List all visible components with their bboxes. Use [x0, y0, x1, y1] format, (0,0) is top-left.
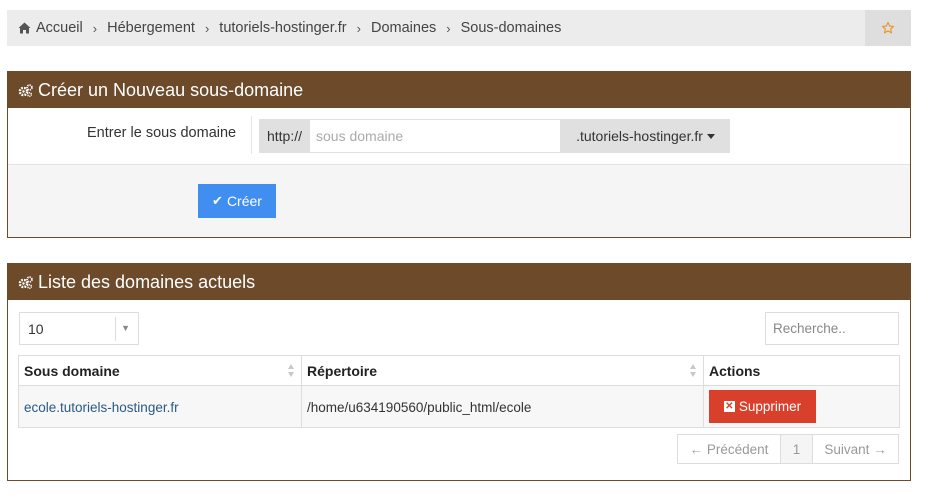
panel-title: Créer un Nouveau sous-domaine [38, 79, 304, 100]
panel-title: Liste des domaines actuels [38, 271, 256, 292]
create-button-label: Créer [226, 193, 262, 209]
current-page-button[interactable]: 1 [781, 435, 813, 463]
gears-icon [18, 275, 33, 289]
gears-icon [18, 83, 33, 97]
current-domains-panel: Liste des domaines actuels 10 ▼ Sous dom… [7, 263, 911, 481]
column-header-actions: Actions [703, 355, 900, 386]
delete-button[interactable]: ✕ Supprimer [709, 390, 816, 423]
actions-cell: ✕ Supprimer [703, 385, 900, 428]
close-icon: ✕ [723, 400, 735, 412]
create-subdomain-panel: Créer un Nouveau sous-domaine Entrer le … [7, 71, 911, 238]
breadcrumb-hosting[interactable]: Hébergement [107, 20, 195, 36]
page-length-value: 10 [28, 320, 44, 337]
table-row: ecole.tutoriels-hostinger.fr /home/u6341… [18, 385, 900, 428]
column-header-directory[interactable]: Répertoire [301, 355, 704, 386]
home-icon [18, 22, 31, 34]
sort-icon [288, 364, 295, 378]
panel-heading: Liste des domaines actuels [8, 264, 910, 300]
breadcrumb-separator: › [446, 20, 451, 36]
subdomain-form-row: Entrer le sous domaine http:// .tutoriel… [8, 108, 910, 164]
subdomain-field-label: Entrer le sous domaine [87, 125, 237, 141]
search-input[interactable] [765, 312, 899, 345]
directory-text: /home/u634190560/public_html/ecole [307, 399, 532, 415]
domain-select[interactable]: .tutoriels-hostinger.fr [561, 119, 730, 153]
domain-select-value: .tutoriels-hostinger.fr [576, 128, 703, 144]
next-page-button[interactable]: Suivant → [813, 435, 898, 463]
table-header-row: Sous domaine Répertoire Actions [18, 355, 900, 386]
directory-cell: /home/u634190560/public_html/ecole [301, 385, 704, 428]
create-button[interactable]: ✔ Créer [198, 184, 276, 218]
subdomain-link[interactable]: ecole.tutoriels-hostinger.fr [24, 400, 179, 415]
panel-heading: Créer un Nouveau sous-domaine [8, 72, 910, 108]
subdomain-input[interactable] [310, 119, 561, 153]
form-footer: ✔ Créer [8, 164, 910, 237]
breadcrumb-domains[interactable]: Domaines [371, 20, 436, 36]
subdomain-input-group: http:// .tutoriels-hostinger.fr [259, 119, 730, 153]
column-label: Répertoire [307, 362, 378, 379]
favorite-button[interactable] [865, 10, 911, 46]
star-icon [881, 21, 895, 34]
check-icon: ✔ [212, 193, 223, 208]
delete-button-label: Supprimer [738, 399, 802, 414]
column-header-subdomain[interactable]: Sous domaine [18, 355, 302, 386]
column-label: Sous domaine [24, 362, 120, 379]
sort-icon [690, 364, 697, 378]
breadcrumb-home[interactable]: Accueil [36, 20, 83, 36]
divider [251, 116, 252, 154]
breadcrumb: Accueil › Hébergement › tutoriels-hostin… [7, 10, 911, 46]
breadcrumb-separator: › [204, 20, 210, 36]
previous-page-button[interactable]: ← Précédent [678, 435, 781, 463]
caret-down-icon [706, 133, 715, 139]
breadcrumb-separator: › [356, 20, 361, 36]
domains-table: Sous domaine Répertoire Actions ecole.tu… [18, 355, 900, 428]
subdomain-cell: ecole.tutoriels-hostinger.fr [18, 385, 302, 428]
breadcrumb-site[interactable]: tutoriels-hostinger.fr [219, 20, 346, 36]
pagination: ← Précédent 1 Suivant → [677, 434, 899, 464]
http-prefix: http:// [259, 119, 310, 153]
breadcrumb-subdomains: Sous-domaines [460, 20, 562, 36]
column-label: Actions [709, 362, 761, 379]
caret-down-icon: ▼ [121, 323, 130, 333]
breadcrumb-separator: › [92, 20, 98, 36]
page-length-select[interactable]: 10 ▼ [19, 312, 139, 345]
divider [115, 317, 116, 341]
